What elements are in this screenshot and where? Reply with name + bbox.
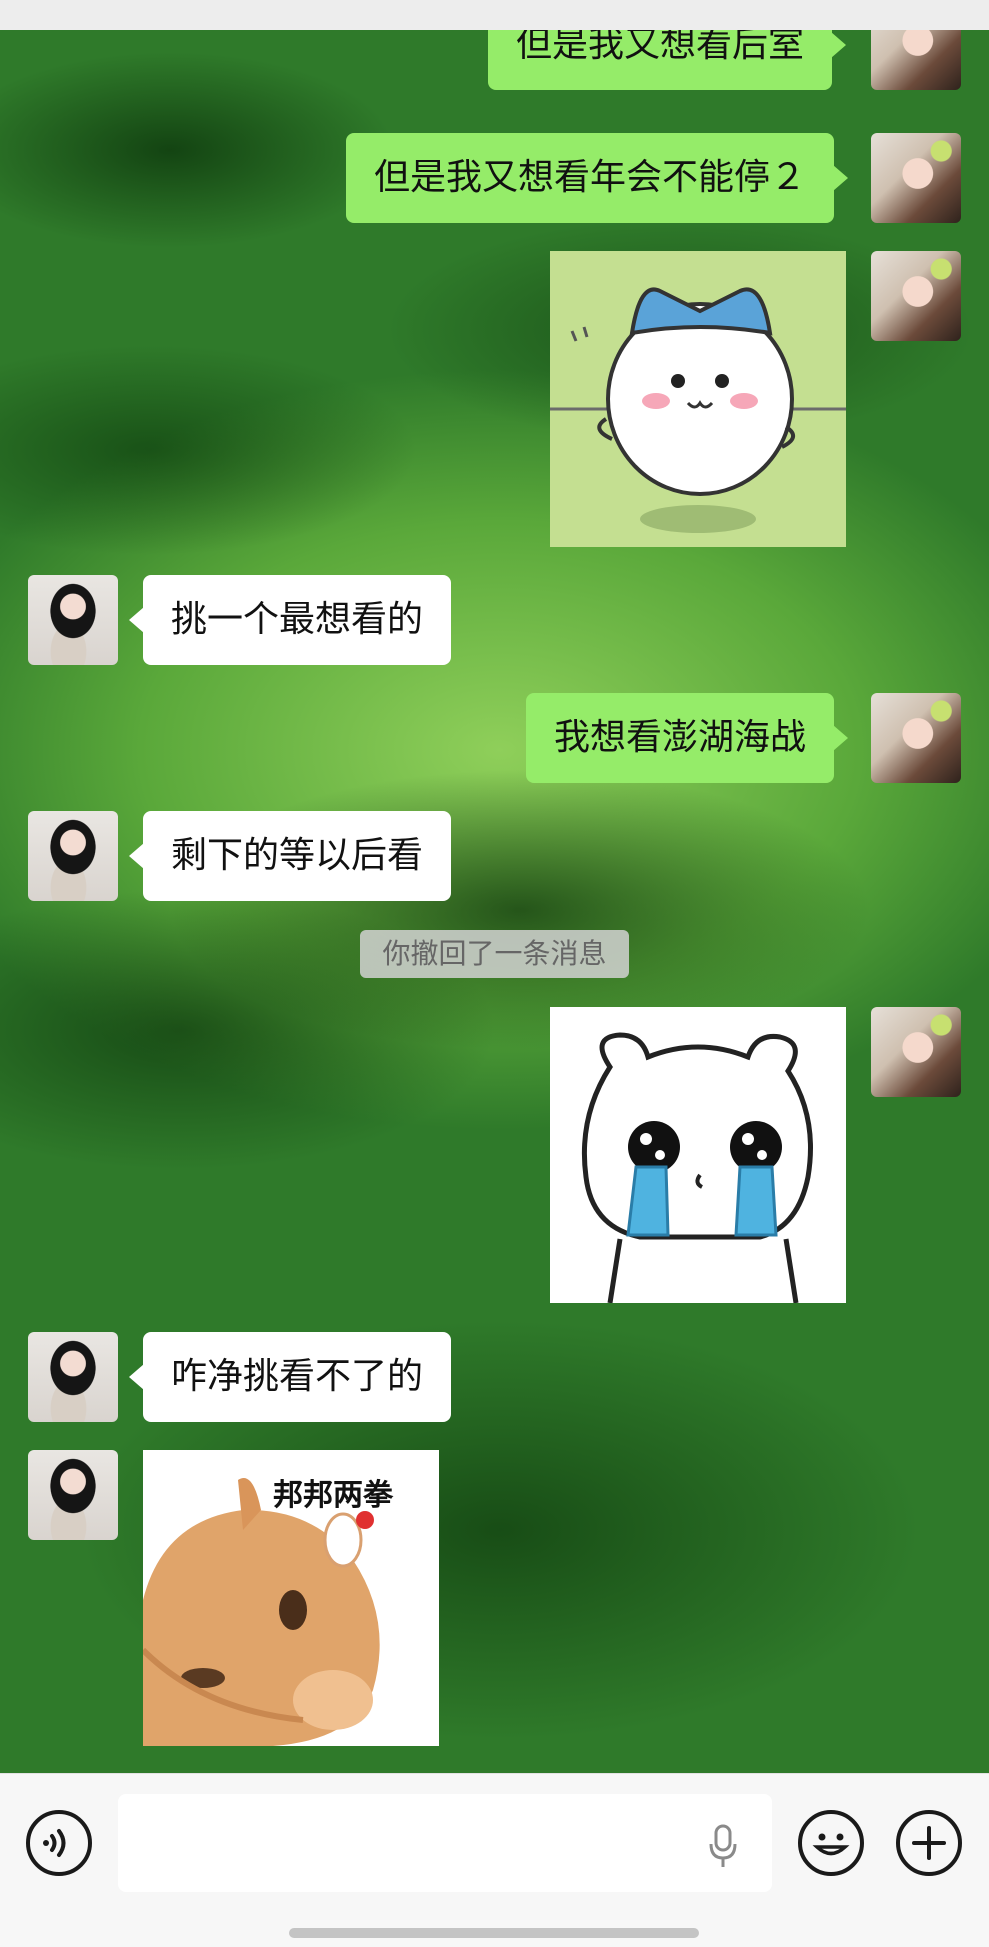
recall-notice: 你撤回了一条消息 [360, 930, 629, 978]
sticker-punching-cat[interactable]: 邦邦两拳 [143, 1450, 439, 1746]
message-bubble[interactable]: 我想看澎湖海战 [526, 693, 849, 783]
plus-icon [912, 1826, 946, 1860]
message-bubble[interactable]: 挑一个最想看的 [128, 575, 452, 665]
avatar[interactable] [871, 133, 961, 223]
input-bar [0, 1773, 989, 1947]
sticker-white-creature-blue-hat[interactable] [550, 251, 846, 547]
message-input[interactable] [118, 1794, 772, 1892]
avatar[interactable] [871, 1007, 961, 1097]
emoji-icon [812, 1833, 850, 1856]
status-strip [0, 0, 989, 30]
avatar[interactable] [28, 811, 118, 901]
white-creature-sticker-art [550, 251, 846, 547]
chat-area[interactable]: 但是我又想看后室 但是我又想看年会不能停２ 挑一个最想看的 我想看澎湖海战 剩下… [0, 30, 989, 1773]
add-button[interactable] [896, 1810, 962, 1876]
sticker-caption: 邦邦两拳 [273, 1478, 393, 1513]
message-bubble[interactable]: 剩下的等以后看 [128, 811, 452, 901]
avatar[interactable] [871, 251, 961, 341]
avatar[interactable] [28, 1332, 118, 1422]
avatar[interactable] [871, 30, 961, 90]
avatar[interactable] [871, 693, 961, 783]
voice-mode-button[interactable] [26, 1810, 92, 1876]
voice-mode-icon [43, 1829, 66, 1857]
message-bubble[interactable]: 但是我又想看年会不能停２ [346, 133, 849, 223]
message-bubble[interactable]: 咋净挑看不了的 [128, 1332, 452, 1422]
home-indicator[interactable] [289, 1928, 699, 1938]
microphone-icon[interactable] [708, 1824, 738, 1870]
crying-bear-sticker-art [550, 1007, 846, 1303]
sticker-crying-bear[interactable] [550, 1007, 846, 1303]
emoji-button[interactable] [798, 1810, 864, 1876]
avatar[interactable] [28, 1450, 118, 1540]
message-bubble[interactable]: 但是我又想看后室 [488, 30, 847, 90]
avatar[interactable] [28, 575, 118, 665]
